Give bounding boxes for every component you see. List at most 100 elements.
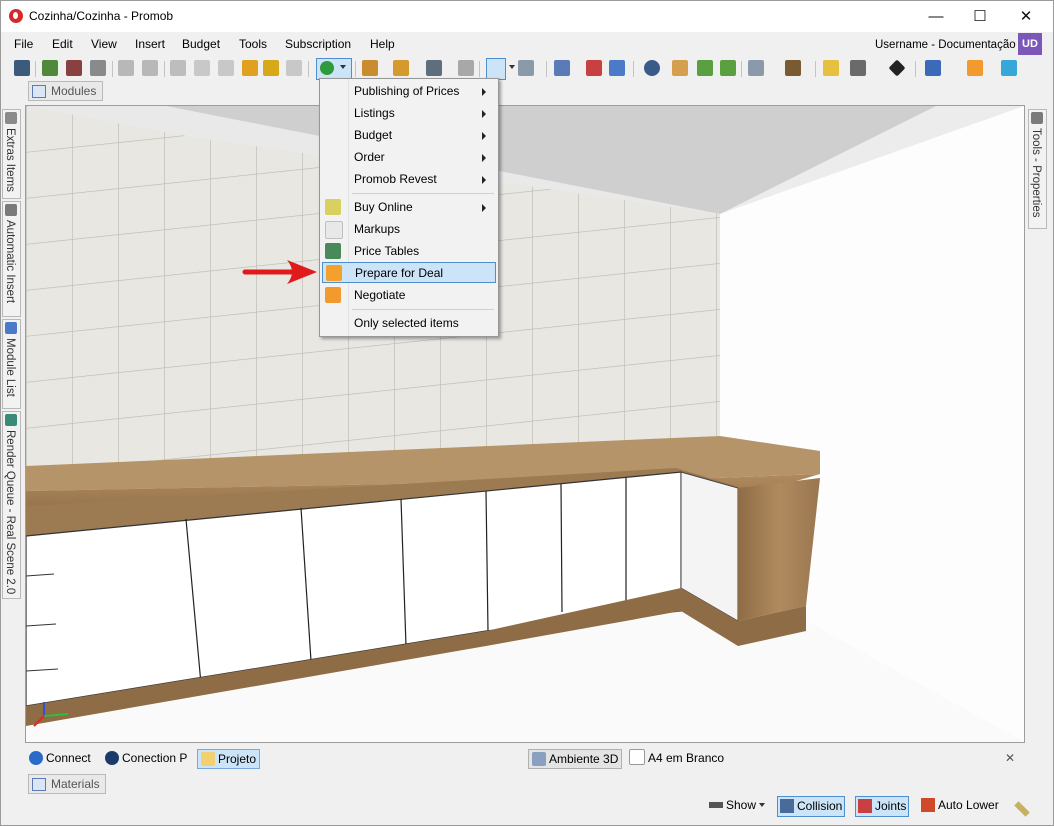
light-icon[interactable] [823, 60, 839, 76]
select-cursor-icon[interactable] [486, 58, 506, 80]
menu-item-label: Only selected items [354, 316, 459, 330]
view-3d-icon[interactable] [609, 60, 625, 76]
menu-markups[interactable]: Markups [322, 219, 494, 239]
menu-subscription[interactable]: Subscription [285, 37, 351, 51]
print-icon[interactable] [90, 60, 106, 76]
maximize-button[interactable]: ☐ [957, 1, 1003, 32]
close-tab-button[interactable]: ✕ [1005, 749, 1015, 767]
box-icon[interactable] [785, 60, 801, 76]
projeto-tab[interactable]: Projeto [197, 749, 261, 769]
palette-icon[interactable] [925, 60, 941, 76]
camera-icon[interactable] [850, 60, 866, 76]
gears-icon [5, 204, 17, 216]
menu-order[interactable]: Order [322, 147, 494, 167]
layers-icon[interactable] [554, 60, 570, 76]
menu-listings[interactable]: Listings [322, 103, 494, 123]
materials-icon [32, 778, 46, 791]
menu-price-tables[interactable]: Price Tables [322, 241, 494, 261]
side-tab-label: Tools - Properties [1030, 128, 1042, 218]
measure-icon[interactable] [518, 60, 534, 76]
save-icon[interactable] [14, 60, 30, 76]
copy-icon[interactable] [194, 60, 210, 76]
menu-item-label: Budget [354, 128, 393, 142]
minimize-button[interactable]: — [913, 1, 959, 32]
save-deal-icon [326, 265, 342, 281]
menu-item-label: Markups [354, 222, 401, 236]
tools-icon [1031, 112, 1043, 124]
side-tab-tools-properties[interactable]: Tools - Properties [1028, 109, 1047, 229]
side-tab-module-list[interactable]: Module List [2, 319, 21, 409]
menu-prepare-for-deal[interactable]: Prepare for Deal [322, 262, 496, 283]
price-table-icon [325, 243, 341, 259]
user-name[interactable]: Username - Documentação [875, 39, 1016, 51]
redo-icon[interactable] [142, 60, 158, 76]
menu-view[interactable]: View [91, 37, 117, 51]
chevron-down-icon [759, 803, 766, 807]
side-tab-extras-items[interactable]: Extras Items [2, 109, 21, 199]
menu-budget[interactable]: Budget [322, 125, 494, 145]
wall-icon[interactable] [458, 60, 474, 76]
toolbar-separator [633, 61, 634, 77]
menu-help[interactable]: Help [370, 37, 395, 51]
materials-tab-label: Materials [51, 777, 100, 791]
cut-icon[interactable] [170, 60, 186, 76]
menu-file[interactable]: File [14, 37, 33, 51]
auto-lower-toggle[interactable]: Auto Lower [921, 796, 999, 815]
side-tab-render-queue[interactable]: Render Queue - Real Scene 2.0 [2, 411, 21, 599]
close-button[interactable]: ✕ [1003, 1, 1049, 32]
a4-tab[interactable]: A4 em Branco [629, 749, 724, 767]
modules-icon[interactable] [393, 60, 409, 76]
tab-label: A4 em Branco [648, 751, 725, 765]
connect-tab[interactable]: Connect [29, 749, 91, 767]
user-avatar[interactable]: UD [1018, 33, 1042, 55]
modules-tab[interactable]: Modules [28, 81, 103, 101]
side-tab-automatic-insert[interactable]: Automatic Insert [2, 201, 21, 317]
red-arrow-annotation [242, 260, 317, 284]
materials-tab[interactable]: Materials [28, 774, 106, 794]
person-icon[interactable] [967, 60, 983, 76]
render-icon[interactable] [66, 60, 82, 76]
menu-edit[interactable]: Edit [52, 37, 73, 51]
menu-promob-revest[interactable]: Promob Revest [322, 169, 494, 189]
menu-only-selected-items[interactable]: Only selected items [322, 313, 494, 333]
menu-negotiate[interactable]: Negotiate [322, 285, 494, 305]
ambiente-3d-tab[interactable]: Ambiente 3D [528, 749, 623, 769]
paste-icon[interactable] [218, 60, 234, 76]
menu-publishing-of-prices[interactable]: Publishing of Prices [322, 81, 494, 101]
document-tabs: Connect Conection P Projeto Ambiente 3D … [25, 747, 1023, 769]
list-icon [5, 322, 17, 334]
menu-budget[interactable]: Budget [182, 37, 220, 51]
collision-toggle[interactable]: Collision [777, 796, 846, 817]
layout-icon[interactable] [362, 60, 378, 76]
conection-tab[interactable]: Conection P [105, 749, 187, 767]
menu-separator [352, 193, 494, 194]
menu-item-label: Negotiate [354, 288, 406, 302]
hammer-icon[interactable] [263, 60, 279, 76]
walk-icon[interactable] [672, 60, 688, 76]
menu-item-label: Listings [354, 106, 395, 120]
toolbar-separator [355, 61, 356, 77]
shape-icon[interactable] [426, 60, 442, 76]
settings-button[interactable] [1014, 796, 1033, 817]
side-tab-label: Render Queue - Real Scene 2.0 [4, 430, 16, 595]
refresh-icon[interactable] [42, 60, 58, 76]
move-icon[interactable] [888, 59, 906, 77]
brush-icon[interactable] [242, 60, 258, 76]
elevation-icon[interactable] [586, 60, 602, 76]
arrow-right-icon[interactable] [720, 60, 736, 76]
3d-viewport[interactable] [25, 105, 1025, 743]
chat-icon[interactable] [1001, 60, 1017, 76]
eye-icon[interactable] [644, 60, 660, 76]
submenu-arrow-icon [482, 132, 486, 140]
menu-tools[interactable]: Tools [239, 37, 267, 51]
arrow-left-icon[interactable] [697, 60, 713, 76]
menu-insert[interactable]: Insert [135, 37, 165, 51]
kitchen-3d-scene[interactable] [26, 106, 1024, 742]
promob-window: Cozinha/Cozinha - Promob — ☐ ✕ File Edit… [0, 0, 1054, 826]
menu-buy-online[interactable]: Buy Online [322, 197, 494, 217]
delete-icon[interactable] [286, 60, 302, 76]
show-dropdown[interactable]: Show [709, 796, 766, 815]
joints-toggle[interactable]: Joints [855, 796, 910, 817]
frame-icon[interactable] [748, 60, 764, 76]
undo-icon[interactable] [118, 60, 134, 76]
